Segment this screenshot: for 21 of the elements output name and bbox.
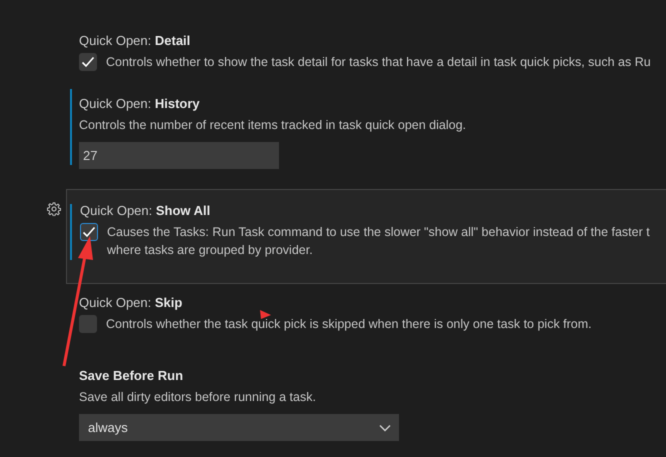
checkbox[interactable] [79,315,97,333]
dropdown[interactable]: always [79,414,399,441]
setting-description: Controls the number of recent items tracked in task quick open dialog. [79,117,466,134]
modified-indicator [70,204,72,260]
checkbox[interactable] [80,223,98,241]
setting-description: Save all dirty editors before running a task. [79,389,316,406]
setting-description: Controls whether to show the task detail for tasks that have a detail in task quick picks, such as Ru [106,54,651,71]
settings-icon[interactable] [47,202,61,216]
pointer-icon [260,310,271,319]
setting-title: Quick Open: Show All [80,202,210,220]
checkmark-icon [82,226,96,238]
checkbox[interactable] [79,53,97,71]
number-input[interactable]: 27 [79,142,279,169]
setting-title: Quick Open: History [79,95,200,113]
setting-title: Quick Open: Skip [79,294,182,312]
setting-description: Controls whether the task quick pick is skipped when there is only one task to pick from. [106,316,592,333]
chevron-down-icon [379,424,391,432]
setting-title: Save Before Run [79,367,184,385]
setting-description: Causes the Tasks: Run Task command to use the slower "show all" behavior instead of the faster t where tasks are grouped by provider. [107,224,650,259]
checkmark-icon [81,56,95,68]
setting-title: Quick Open: Detail [79,32,190,50]
